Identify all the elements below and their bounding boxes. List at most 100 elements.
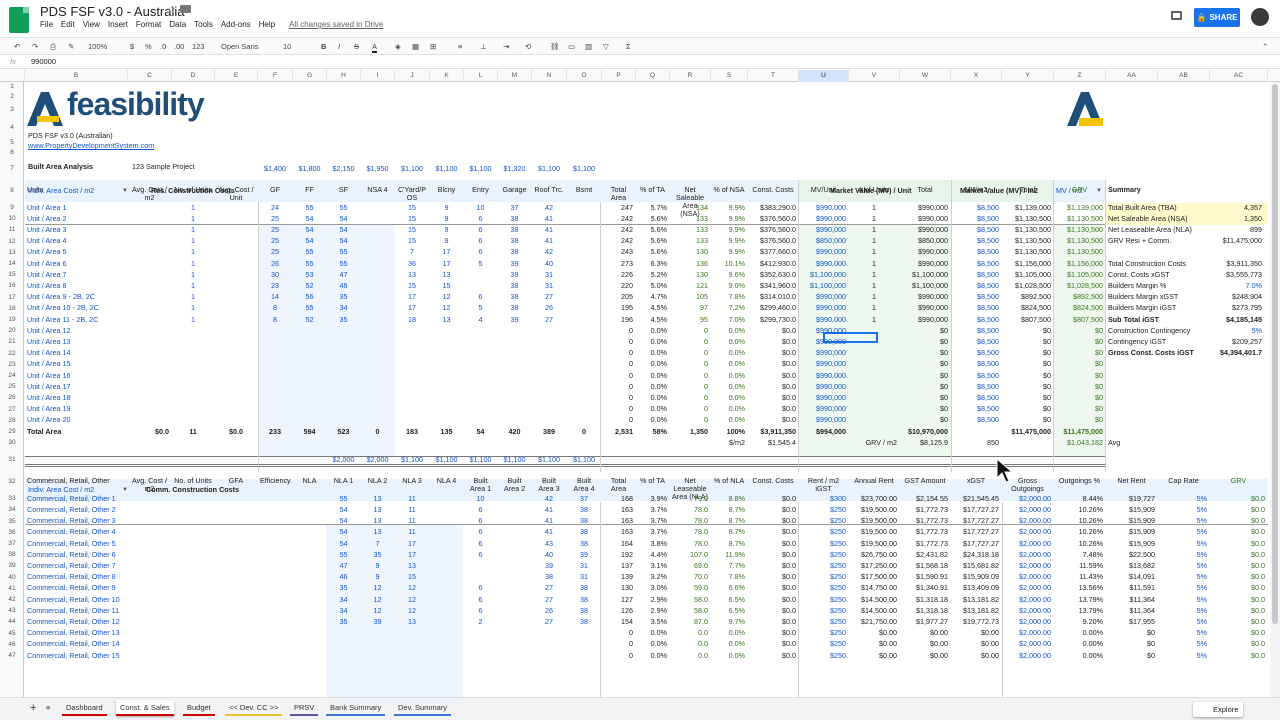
comm-cell[interactable]: $0.0: [1212, 651, 1265, 661]
unit-cell[interactable]: 1: [174, 270, 212, 280]
unit-cell[interactable]: 4.5%: [638, 315, 667, 325]
unit-cell[interactable]: 25: [260, 247, 290, 257]
sheet-tab-budget[interactable]: Budget: [183, 700, 215, 716]
comm-cell[interactable]: 0.0%: [638, 651, 667, 661]
row-header-45[interactable]: 45: [0, 628, 24, 639]
comm-cell[interactable]: 192: [604, 550, 633, 560]
bold-icon[interactable]: B: [321, 41, 326, 53]
comm-cell[interactable]: $17,727.27: [953, 516, 999, 526]
unit-cell[interactable]: $8,500: [953, 404, 999, 414]
unit-cell[interactable]: $0: [1004, 382, 1051, 392]
unit-cell[interactable]: 31: [534, 281, 564, 291]
unit-name[interactable]: Unit / Area 2: [27, 214, 125, 224]
col-header-C[interactable]: C: [128, 70, 172, 82]
unit-cell[interactable]: 9: [432, 203, 461, 213]
comm-cell[interactable]: 38: [569, 583, 599, 593]
unit-cell[interactable]: 1: [174, 203, 212, 213]
comm-cell[interactable]: 5%: [1160, 539, 1207, 549]
unit-cell[interactable]: $0: [1056, 404, 1103, 414]
comm-rate-cell[interactable]: $1,100: [534, 455, 564, 465]
comm-cell[interactable]: $0.0: [750, 617, 796, 627]
unit-cell[interactable]: $377,660.0: [750, 247, 796, 257]
comm-name[interactable]: Commercial, Retail, Other 11: [27, 606, 125, 616]
comm-cell[interactable]: $0.0: [1212, 606, 1265, 616]
unit-cell[interactable]: $0.0: [750, 348, 796, 358]
comm-cell[interactable]: 38: [569, 595, 599, 605]
unit-cell[interactable]: 13: [432, 315, 461, 325]
unit-name[interactable]: Unit / Area 17: [27, 382, 125, 392]
comm-cell[interactable]: $0.0: [1212, 583, 1265, 593]
unit-cell[interactable]: 220: [604, 281, 633, 291]
comm-cell[interactable]: 38: [569, 527, 599, 537]
comm-cell[interactable]: 11.43%: [1056, 572, 1103, 582]
comm-cell[interactable]: $17,500.00: [851, 572, 897, 582]
comm-name[interactable]: Commercial, Retail, Other 6: [27, 550, 125, 560]
comm-cell[interactable]: 107.0: [672, 550, 708, 560]
row-header-16[interactable]: 16: [0, 280, 24, 291]
comm-cell[interactable]: 46: [329, 572, 358, 582]
unit-cell[interactable]: 55: [329, 259, 358, 269]
comm-cell[interactable]: $1,340.91: [902, 583, 948, 593]
unit-cell[interactable]: $1,105,000: [1004, 270, 1051, 280]
comm-cell[interactable]: 13.79%: [1056, 606, 1103, 616]
comm-cell[interactable]: 13.56%: [1056, 583, 1103, 593]
unit-cell[interactable]: 6: [466, 225, 495, 235]
unit-cell[interactable]: $0: [1004, 393, 1051, 403]
unit-cell[interactable]: 54: [295, 225, 324, 235]
comm-cell[interactable]: $250: [801, 561, 846, 571]
unit-cell[interactable]: $0: [1056, 371, 1103, 381]
unit-cell[interactable]: $990,000: [801, 247, 846, 257]
row-header-38[interactable]: 38: [0, 549, 24, 560]
comm-cell[interactable]: $1,772.73: [902, 516, 948, 526]
comm-cell[interactable]: 9: [363, 572, 392, 582]
unit-cell[interactable]: 34: [329, 303, 358, 313]
comm-cell[interactable]: 0.0%: [638, 639, 667, 649]
unit-cell[interactable]: $8,500: [953, 415, 999, 425]
rate-cell[interactable]: $1,100: [397, 164, 427, 174]
unit-cell[interactable]: $990,000: [902, 303, 948, 313]
unit-cell[interactable]: 8: [260, 315, 290, 325]
unit-cell[interactable]: $299,730.0: [750, 315, 796, 325]
unit-cell[interactable]: 5.6%: [638, 214, 667, 224]
more-formats-button[interactable]: 123: [192, 41, 205, 53]
comm-rate-cell[interactable]: $2,000: [329, 455, 358, 465]
comm-cell[interactable]: 7: [363, 539, 392, 549]
comm-cell[interactable]: 54: [329, 516, 358, 526]
comm-cell[interactable]: 38: [569, 539, 599, 549]
comm-cell[interactable]: $17,727.27: [953, 505, 999, 515]
comm-cell[interactable]: $21,750.00: [851, 617, 897, 627]
unit-cell[interactable]: 54: [295, 214, 324, 224]
comm-cell[interactable]: 11.9%: [713, 550, 745, 560]
comm-cell[interactable]: 5%: [1160, 527, 1207, 537]
comm-cell[interactable]: $13,682: [1108, 561, 1155, 571]
unit-cell[interactable]: 54: [329, 214, 358, 224]
col-header-W[interactable]: W: [900, 70, 951, 82]
comm-cell[interactable]: $19,500.00: [851, 527, 897, 537]
unit-cell[interactable]: $341,960.0: [750, 281, 796, 291]
unit-cell[interactable]: $1,100,000: [902, 281, 948, 291]
unit-cell[interactable]: 5.6%: [638, 236, 667, 246]
comm-cell[interactable]: $300: [801, 494, 846, 504]
unit-cell[interactable]: $8,500: [953, 203, 999, 213]
comm-cell[interactable]: 137: [604, 561, 633, 571]
row-header-11[interactable]: 11: [0, 224, 24, 235]
comm-cell[interactable]: $1,318.18: [902, 606, 948, 616]
unit-cell[interactable]: 38: [500, 214, 529, 224]
row-header-29[interactable]: 29: [0, 426, 24, 437]
comm-cell[interactable]: 13: [397, 617, 427, 627]
summary-value[interactable]: 7.0%: [1158, 281, 1262, 291]
unit-cell[interactable]: $1,130,500: [1004, 247, 1051, 257]
comm-cell[interactable]: 79.0: [672, 494, 708, 504]
comm-cell[interactable]: 154: [604, 617, 633, 627]
valign-icon[interactable]: ⊥: [480, 41, 487, 53]
font-size-select[interactable]: 10: [283, 41, 291, 53]
comm-cell[interactable]: $17,250.00: [851, 561, 897, 571]
unit-cell[interactable]: 6: [466, 292, 495, 302]
comm-cell[interactable]: 3.1%: [638, 561, 667, 571]
unit-cell[interactable]: 56: [295, 292, 324, 302]
comm-cell[interactable]: $19,727: [1108, 494, 1155, 504]
unit-cell[interactable]: 0: [672, 393, 708, 403]
menu-file[interactable]: File: [40, 20, 53, 29]
comm-cell[interactable]: 6: [466, 539, 495, 549]
comm-cell[interactable]: 2.9%: [638, 595, 667, 605]
